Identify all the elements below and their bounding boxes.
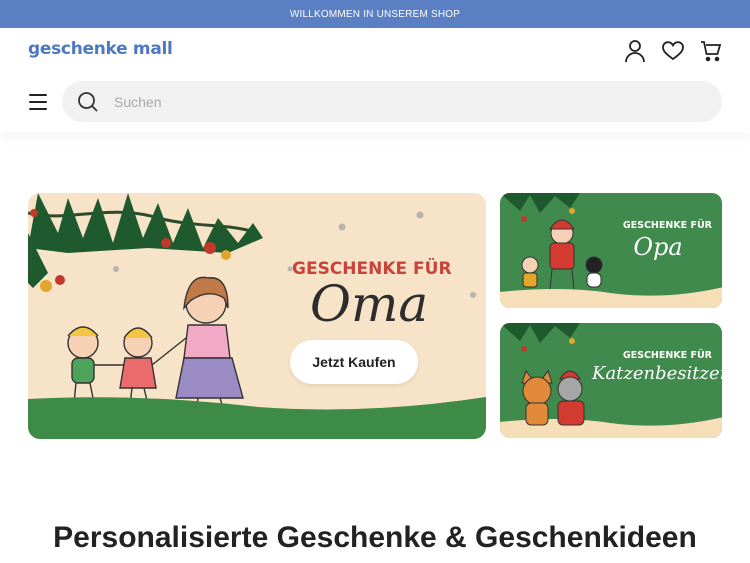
search-input[interactable] (114, 93, 674, 110)
card-katzenbesitzer-title: GESCHENKE FÜR (622, 350, 712, 361)
search-icon[interactable] (77, 91, 99, 113)
card-opa-title: GESCHENKE FÜR (622, 220, 712, 231)
site-header: geschenke mall (0, 28, 750, 133)
menu-icon[interactable] (29, 94, 49, 110)
heart-icon[interactable] (662, 39, 684, 63)
announcement-bar: WILLKOMMEN IN UNSEREM SHOP (0, 0, 750, 28)
hero-name: Oma (310, 275, 429, 333)
header-icons (624, 39, 722, 63)
shop-now-button[interactable]: Jetzt Kaufen (290, 340, 418, 384)
user-icon[interactable] (624, 39, 646, 63)
hero-banner-oma[interactable]: GESCHENKE FÜR Oma Jetzt Kaufen (28, 193, 486, 439)
card-opa[interactable]: GESCHENKE FÜR Opa (500, 193, 722, 308)
search-bar (62, 81, 722, 122)
card-katzenbesitzer[interactable]: GESCHENKE FÜR Katzenbesitzer (500, 323, 722, 438)
cart-icon[interactable] (700, 39, 722, 63)
announcement-text: WILLKOMMEN IN UNSEREM SHOP (289, 8, 461, 20)
section-title: Personalisierte Geschenke & Geschenkidee… (53, 521, 697, 554)
opa-illustration (500, 193, 722, 308)
logo[interactable]: geschenke mall (28, 39, 173, 59)
card-opa-name: Opa (633, 233, 683, 261)
card-katzenbesitzer-name: Katzenbesitzer (592, 363, 722, 384)
